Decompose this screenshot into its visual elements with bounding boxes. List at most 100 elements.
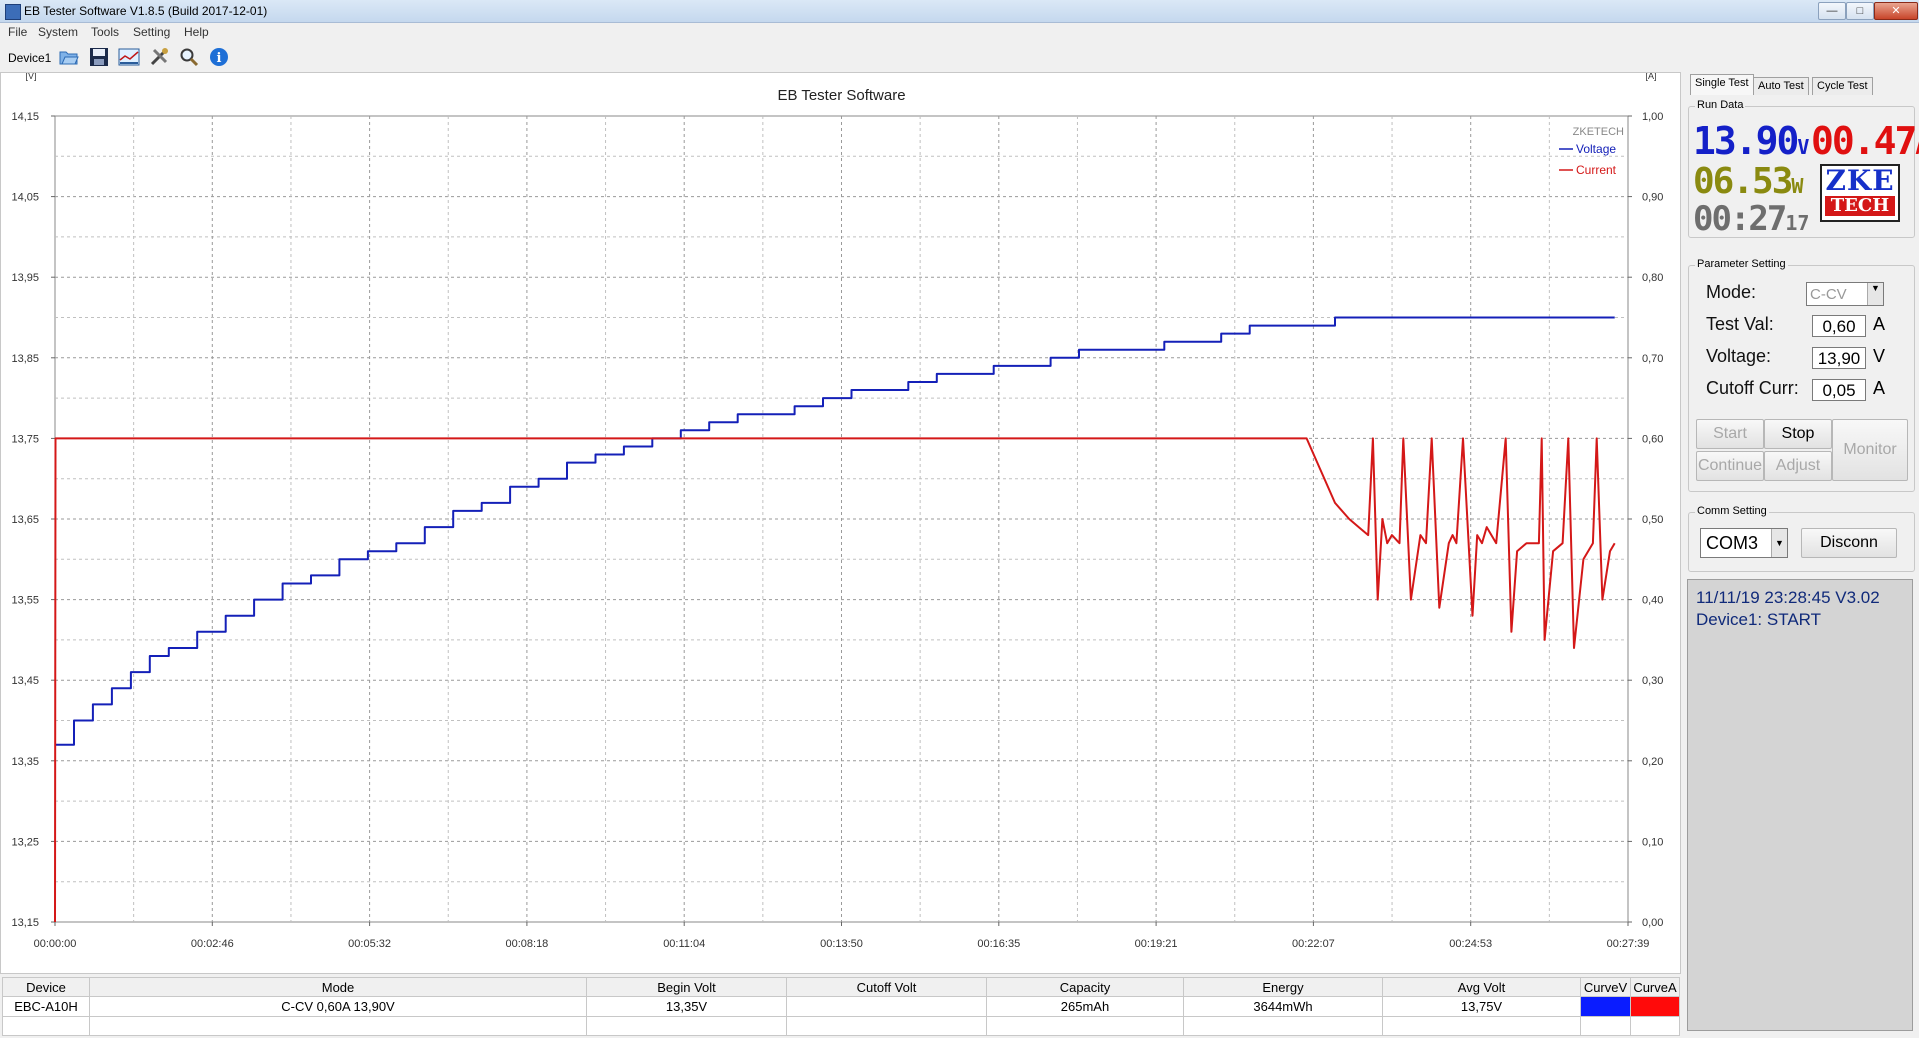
chevron-down-icon: ▼	[1867, 283, 1883, 305]
y-left-unit-label: [V]	[25, 73, 36, 81]
monitor-button[interactable]: Monitor	[1832, 419, 1908, 481]
search-icon[interactable]	[177, 45, 201, 69]
info-icon[interactable]: i	[207, 45, 231, 69]
x-tick-label: 00:00:00	[34, 938, 77, 950]
legend-label-voltage: Voltage	[1576, 142, 1616, 156]
y-left-tick-label: 13,95	[11, 272, 39, 284]
open-icon[interactable]	[57, 45, 81, 69]
y-left-tick-label: 13,35	[11, 756, 39, 768]
toolbar: Device1 i	[0, 42, 1919, 72]
test-val-unit: A	[1873, 314, 1886, 334]
voltage-input[interactable]: 13,90	[1812, 347, 1866, 369]
comm-group: Comm Setting COM3 ▼ Disconn	[1688, 505, 1915, 572]
cell-avg-volt: 13,75V	[1382, 996, 1581, 1017]
power-display: 06.53W	[1693, 161, 1804, 202]
disconnect-button[interactable]: Disconn	[1801, 528, 1897, 558]
header-curve-a: CurveA	[1630, 976, 1680, 998]
y-left-tick-label: 13,55	[11, 595, 39, 607]
comm-title: Comm Setting	[1695, 505, 1769, 517]
current-display: 00.47A	[1811, 119, 1919, 163]
menu-file[interactable]: File	[8, 25, 27, 39]
x-tick-label: 00:08:18	[505, 938, 548, 950]
menu-help[interactable]: Help	[184, 25, 209, 39]
cell-energy: 3644mWh	[1183, 996, 1383, 1017]
y-right-tick-label: 0,70	[1642, 353, 1663, 365]
x-tick-label: 00:11:04	[663, 938, 705, 950]
x-tick-label: 00:16:35	[977, 938, 1020, 950]
app-icon	[5, 4, 21, 20]
x-tick-label: 00:02:46	[191, 938, 234, 950]
chart-panel: EB Tester Software 14,15 14,05 13,95 13,85 1…	[0, 72, 1681, 974]
zketech-logo: ZKE TECH	[1820, 164, 1900, 222]
header-device: Device	[2, 976, 90, 998]
close-button[interactable]: ✕	[1874, 2, 1918, 20]
y-right-tick-label: 0,80	[1642, 272, 1663, 284]
mode-label: Mode:	[1706, 282, 1757, 302]
x-tick-label: 00:05:32	[348, 938, 391, 950]
cell-cutoff-volt	[786, 996, 987, 1017]
y-left-tick-label: 14,05	[11, 192, 39, 204]
start-button[interactable]: Start	[1696, 419, 1764, 449]
tab-auto-test[interactable]: Auto Test	[1753, 77, 1809, 95]
menu-tools[interactable]: Tools	[91, 25, 119, 39]
y-left-tick-label: 13,75	[11, 433, 39, 445]
y-left-tick-label: 13,15	[11, 917, 39, 929]
y-right-tick-label: 0,60	[1642, 433, 1663, 445]
x-tick-label: 00:27:39	[1607, 938, 1650, 950]
x-tick-label: 00:13:50	[820, 938, 863, 950]
y-left-tick-label: 13,45	[11, 675, 39, 687]
cell-device: EBC-A10H	[2, 996, 90, 1017]
cutoff-input[interactable]: 0,05	[1812, 379, 1866, 401]
y-right-tick-label: 0,10	[1642, 836, 1663, 848]
y-right-tick-label: 0,30	[1642, 675, 1663, 687]
curve-v-color-swatch[interactable]	[1580, 996, 1631, 1017]
chevron-down-icon: ▼	[1771, 529, 1787, 557]
y-left-tick-label: 13,65	[11, 514, 39, 526]
continue-button[interactable]: Continue	[1696, 451, 1764, 481]
test-val-label: Test Val:	[1706, 314, 1774, 334]
test-val-input[interactable]: 0,60	[1812, 315, 1866, 337]
y-right-tick-label: 0,90	[1642, 192, 1663, 204]
chart-icon[interactable]	[117, 45, 141, 69]
voltage-unit: V	[1873, 346, 1886, 366]
menu-setting[interactable]: Setting	[133, 25, 170, 39]
curve-a-color-swatch[interactable]	[1630, 996, 1680, 1017]
adjust-button[interactable]: Adjust	[1764, 451, 1832, 481]
header-curve-v: CurveV	[1580, 976, 1631, 998]
status-box: 11/11/19 23:28:45 V3.02 Device1: START	[1687, 579, 1913, 1031]
y-right-tick-label: 0,50	[1642, 514, 1663, 526]
stop-button[interactable]: Stop	[1764, 419, 1832, 449]
voltage-label: Voltage:	[1706, 346, 1772, 366]
com-port-select[interactable]: COM3 ▼	[1700, 528, 1788, 558]
x-tick-label: 00:24:53	[1449, 938, 1492, 950]
y-left-tick-label: 13,25	[11, 836, 39, 848]
header-energy: Energy	[1183, 976, 1383, 998]
tab-single-test[interactable]: Single Test	[1690, 74, 1754, 95]
header-avg-volt: Avg Volt	[1382, 976, 1581, 998]
header-cutoff-volt: Cutoff Volt	[786, 976, 987, 998]
header-capacity: Capacity	[986, 976, 1184, 998]
parameter-title: Parameter Setting	[1695, 258, 1788, 270]
y-left-tick-label: 14,15	[11, 111, 39, 123]
cutoff-unit: A	[1873, 378, 1886, 398]
maximize-button[interactable]: □	[1846, 2, 1874, 20]
voltage-display: 13.90V	[1693, 119, 1810, 163]
menu-bar: File System Tools Setting Help	[0, 23, 1919, 41]
menu-system[interactable]: System	[38, 25, 78, 39]
status-timestamp: 11/11/19 23:28:45 V3.02	[1696, 588, 1880, 607]
y-right-tick-label: 1,00	[1642, 111, 1663, 123]
tools-icon[interactable]	[147, 45, 171, 69]
save-icon[interactable]	[87, 45, 111, 69]
cell-capacity: 265mAh	[986, 996, 1184, 1017]
run-data-title: Run Data	[1695, 99, 1746, 111]
minimize-button[interactable]: —	[1818, 2, 1846, 20]
table-row[interactable]: EBC-A10H C-CV 0,60A 13,90V 13,35V 265mAh…	[2, 996, 1680, 1017]
header-mode: Mode	[89, 976, 587, 998]
chart-watermark: ZKETECH	[1573, 126, 1624, 138]
table-header: Device Mode Begin Volt Cutoff Volt Capac…	[2, 976, 1680, 998]
cell-mode: C-CV 0,60A 13,90V	[89, 996, 587, 1017]
tab-cycle-test[interactable]: Cycle Test	[1812, 77, 1873, 95]
time-display: 00:2717	[1693, 199, 1810, 239]
svg-text:i: i	[217, 51, 222, 66]
mode-select[interactable]: C-CV ▼	[1806, 282, 1884, 306]
